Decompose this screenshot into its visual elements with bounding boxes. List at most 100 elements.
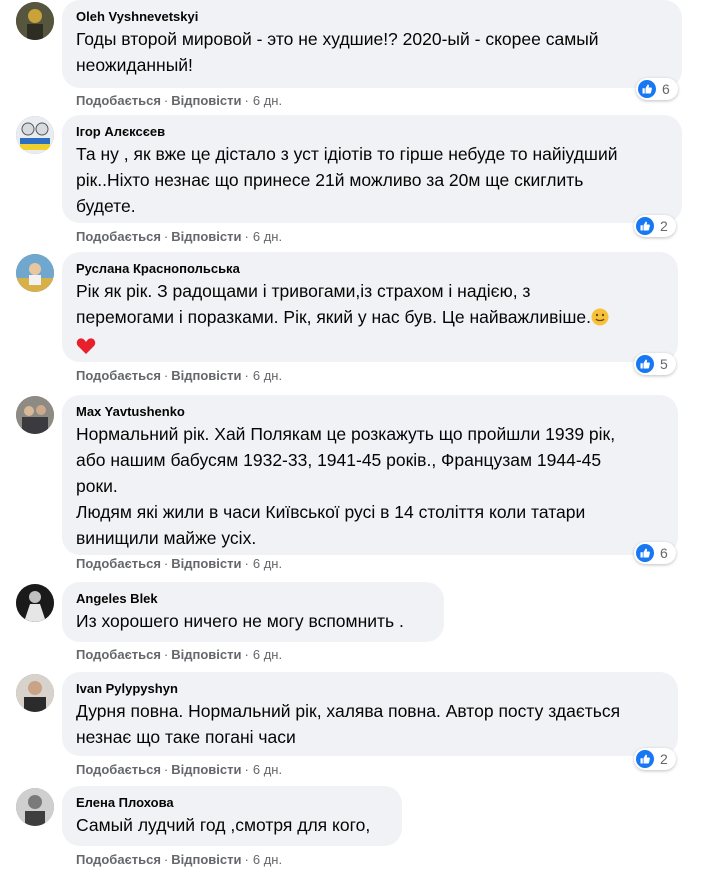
comment-line: Нормальний рік. Хай Полякам це розкажуть…: [76, 424, 616, 444]
comment-actions: Подобається · Відповісти · 6 дн.: [76, 556, 282, 571]
separator: ·: [244, 647, 249, 662]
separator: ·: [163, 229, 169, 244]
separator: ·: [244, 556, 249, 571]
comment-actions: Подобається · Відповісти · 6 дн.: [76, 852, 282, 867]
like-icon: [638, 80, 656, 98]
comment-author[interactable]: Руслана Краснопольська: [76, 260, 664, 277]
comment-line: неожиданный!: [76, 55, 193, 75]
reactions-count[interactable]: 2: [634, 748, 676, 770]
comment-time[interactable]: 6 дн.: [253, 647, 282, 662]
comment-text: Дурня повна. Нормальний рік, халява повн…: [76, 698, 664, 750]
reply-action[interactable]: Відповісти: [171, 556, 241, 571]
comment-line: Дурня повна. Нормальний рік, халява повн…: [76, 701, 621, 721]
avatar[interactable]: [16, 254, 54, 292]
comment-actions: Подобається · Відповісти · 6 дн.: [76, 93, 282, 108]
reactions-count[interactable]: 2: [634, 215, 676, 237]
avatar-image-icon: [16, 2, 54, 40]
like-action[interactable]: Подобається: [76, 852, 161, 867]
separator: ·: [163, 647, 169, 662]
comment-actions: Подобається · Відповісти · 6 дн.: [76, 368, 282, 383]
comment-line: роки.: [76, 476, 118, 496]
comment-bubble: Елена Плохова Самый лудчий год ,смотря д…: [62, 786, 402, 846]
reactions-count[interactable]: 6: [634, 542, 676, 564]
comment-line: Годы второй мировой - это не худшие!? 20…: [76, 29, 599, 49]
like-icon: [636, 544, 654, 562]
reaction-count: 5: [660, 356, 668, 372]
comment-time[interactable]: 6 дн.: [253, 556, 282, 571]
separator: ·: [244, 852, 249, 867]
reaction-count: 2: [660, 218, 668, 234]
reaction-count: 6: [662, 81, 670, 97]
reply-action[interactable]: Відповісти: [171, 762, 241, 777]
separator: ·: [163, 368, 169, 383]
like-action[interactable]: Подобається: [76, 93, 161, 108]
avatar-image-icon: [16, 116, 54, 154]
separator: ·: [244, 229, 249, 244]
separator: ·: [163, 852, 169, 867]
comment-line: Та ну , як вже це дістало з уст ідіотів …: [76, 144, 618, 164]
comment-author[interactable]: Oleh Vyshnevetskyi: [76, 8, 668, 25]
like-action[interactable]: Подобається: [76, 762, 161, 777]
like-icon: [636, 750, 654, 768]
comment-bubble: Angeles Blek Из хорошего ничего не могу …: [62, 582, 444, 642]
comment-line: Из хорошего ничего не могу вспомнить .: [76, 611, 404, 631]
like-icon: [636, 355, 654, 373]
reply-action[interactable]: Відповісти: [171, 229, 241, 244]
comment-author[interactable]: Max Yavtushenko: [76, 403, 664, 420]
avatar[interactable]: [16, 674, 54, 712]
comment-text: Самый лудчий год ,смотря для кого,: [76, 812, 388, 838]
separator: ·: [244, 762, 249, 777]
reply-action[interactable]: Відповісти: [171, 647, 241, 662]
comment-line: перемогами і поразками. Рік, який у нас …: [76, 307, 591, 327]
comment-time[interactable]: 6 дн.: [253, 852, 282, 867]
comment-line: Людям які жили в часи Київської русі в 1…: [76, 502, 586, 522]
comment-bubble: Max Yavtushenko Нормальний рік. Хай Поля…: [62, 395, 678, 555]
comment-actions: Подобається · Відповісти · 6 дн.: [76, 229, 282, 244]
comment-text: Рік як рік. З радощами і тривогами,із ст…: [76, 278, 664, 362]
comment-author[interactable]: Ivan Pylypyshyn: [76, 680, 664, 697]
comment-line: рік..Ніхто незнає що принесе 21й можливо…: [76, 170, 584, 190]
separator: ·: [244, 93, 249, 108]
comment-time[interactable]: 6 дн.: [253, 229, 282, 244]
avatar-image-icon: [16, 674, 54, 712]
comment-bubble: Oleh Vyshnevetskyi Годы второй мировой -…: [62, 0, 682, 88]
like-action[interactable]: Подобається: [76, 368, 161, 383]
comment-bubble: Ivan Pylypyshyn Дурня повна. Нормальний …: [62, 672, 678, 756]
comment-author[interactable]: Елена Плохова: [76, 794, 388, 811]
comment-line: Самый лудчий год ,смотря для кого,: [76, 815, 371, 835]
reactions-count[interactable]: 5: [634, 353, 676, 375]
avatar[interactable]: [16, 396, 54, 434]
like-action[interactable]: Подобається: [76, 229, 161, 244]
comment-bubble: Руслана Краснопольська Рік як рік. З рад…: [62, 252, 678, 362]
reactions-count[interactable]: 6: [636, 78, 678, 100]
comment-text: Из хорошего ничего не могу вспомнить .: [76, 608, 430, 634]
smiling-face-emoji: [591, 307, 609, 333]
avatar[interactable]: [16, 2, 54, 40]
red-heart-emoji: [76, 336, 96, 362]
separator: ·: [244, 368, 249, 383]
avatar-image-icon: [16, 788, 54, 826]
separator: ·: [163, 93, 169, 108]
comment-time[interactable]: 6 дн.: [253, 368, 282, 383]
like-action[interactable]: Подобається: [76, 556, 161, 571]
like-action[interactable]: Подобається: [76, 647, 161, 662]
avatar[interactable]: [16, 584, 54, 622]
comment-line: будете.: [76, 196, 136, 216]
comment-text: Нормальний рік. Хай Полякам це розкажуть…: [76, 421, 664, 551]
reply-action[interactable]: Відповісти: [171, 93, 241, 108]
separator: ·: [163, 556, 169, 571]
comment-text: Годы второй мировой - это не худшие!? 20…: [76, 26, 668, 78]
avatar-image-icon: [16, 584, 54, 622]
comment-time[interactable]: 6 дн.: [253, 762, 282, 777]
avatar[interactable]: [16, 788, 54, 826]
like-icon: [636, 217, 654, 235]
comment-line: незнає що таке погані часи: [76, 727, 296, 747]
comment-author[interactable]: Ігор Алєксєев: [76, 123, 668, 140]
reply-action[interactable]: Відповісти: [171, 852, 241, 867]
avatar[interactable]: [16, 116, 54, 154]
comment-time[interactable]: 6 дн.: [253, 93, 282, 108]
comment-author[interactable]: Angeles Blek: [76, 590, 430, 607]
comment-actions: Подобається · Відповісти · 6 дн.: [76, 647, 282, 662]
separator: ·: [163, 762, 169, 777]
reply-action[interactable]: Відповісти: [171, 368, 241, 383]
